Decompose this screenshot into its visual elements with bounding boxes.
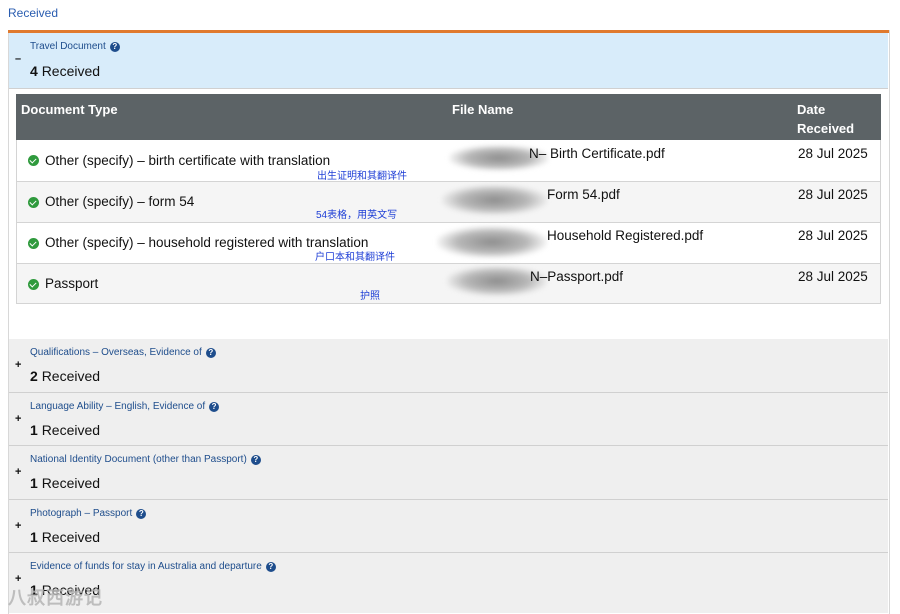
section-title[interactable]: Evidence of funds for stay in Australia … (30, 561, 276, 572)
check-circle-icon (28, 155, 39, 166)
file-name-link[interactable]: N–Passport.pdf (530, 269, 623, 284)
section-title-text[interactable]: Qualifications – Overseas, Evidence of (30, 347, 202, 358)
help-icon[interactable]: ? (250, 454, 261, 465)
translation-note: 出生证明和其翻译件 (317, 171, 407, 182)
check-circle-icon (28, 197, 39, 208)
expand-icon[interactable]: + (15, 466, 21, 478)
section-evidence-of-funds[interactable]: + Evidence of funds for stay in Australi… (9, 553, 888, 613)
redacted-filename-blur (442, 185, 547, 215)
received-count: 1 Received (30, 529, 100, 545)
received-count-number: 1 (30, 475, 38, 491)
check-circle-icon (28, 238, 39, 249)
file-name-link[interactable]: N– Birth Certificate.pdf (529, 146, 665, 161)
section-title[interactable]: Travel Document ? (30, 41, 120, 52)
document-type: Other (specify) – form 54 (45, 194, 195, 209)
section-title[interactable]: Photograph – Passport ? (30, 508, 147, 519)
expand-icon[interactable]: + (15, 359, 21, 371)
col-header-date: Date (797, 102, 826, 117)
section-title[interactable]: National Identity Document (other than P… (30, 454, 261, 465)
received-count: 1 Received (30, 422, 100, 438)
redacted-filename-blur (437, 226, 547, 258)
section-title-text[interactable]: Travel Document (30, 41, 106, 52)
received-count-text: Received (41, 63, 101, 79)
section-photograph[interactable]: + Photograph – Passport ? 1 Received (9, 500, 888, 553)
received-count-text: Received (41, 529, 101, 545)
page-heading-received: Received (8, 6, 59, 20)
help-icon[interactable]: ? (109, 41, 120, 52)
date-received: 28 Jul 2025 (798, 146, 868, 161)
file-name-link[interactable]: Form 54.pdf (547, 187, 620, 202)
document-type: Other (specify) – birth certificate with… (45, 153, 331, 168)
received-count: 1 Received (30, 475, 100, 491)
expand-icon[interactable]: + (15, 520, 21, 532)
help-icon[interactable]: ? (136, 508, 147, 519)
col-header-received: Received (797, 121, 855, 136)
translation-note: 护照 (360, 291, 380, 302)
date-received: 28 Jul 2025 (798, 228, 868, 243)
received-count-number: 2 (30, 368, 38, 384)
section-qualifications[interactable]: + Qualifications – Overseas, Evidence of… (9, 339, 888, 393)
received-count: 4 Received (30, 63, 100, 79)
section-title-text[interactable]: Photograph – Passport (30, 508, 132, 519)
section-travel-document[interactable]: – Travel Document ? 4 Received (9, 33, 888, 89)
file-name-link[interactable]: Household Registered.pdf (547, 228, 703, 243)
received-count-text: Received (41, 368, 101, 384)
received-count-number: 1 (30, 529, 38, 545)
table-row: Passport 护照 N–Passport.pdf 28 Jul 2025 (16, 264, 881, 304)
table-row: Other (specify) – form 54 54表格，用英文写 Form… (16, 182, 881, 223)
help-icon[interactable]: ? (205, 347, 216, 358)
date-received: 28 Jul 2025 (798, 269, 868, 284)
watermark-logo: 八叔西游记 (8, 588, 103, 608)
col-header-document-type: Document Type (21, 102, 118, 117)
col-header-file-name: File Name (452, 102, 514, 117)
expand-icon[interactable]: + (15, 413, 21, 425)
section-title-text[interactable]: Language Ability – English, Evidence of (30, 401, 205, 412)
check-circle-icon (28, 279, 39, 290)
col-header-date-received: Date Received (797, 100, 854, 138)
table-row: Other (specify) – household registered w… (16, 223, 881, 264)
collapse-icon[interactable]: – (15, 53, 21, 65)
table-row: Other (specify) – birth certificate with… (16, 140, 881, 182)
section-title-text[interactable]: National Identity Document (other than P… (30, 454, 247, 465)
translation-note: 54表格，用英文写 (316, 210, 398, 221)
received-count-text: Received (41, 475, 101, 491)
section-title[interactable]: Qualifications – Overseas, Evidence of ? (30, 347, 216, 358)
date-received: 28 Jul 2025 (798, 187, 868, 202)
received-count-number: 1 (30, 422, 38, 438)
help-icon[interactable]: ? (265, 561, 276, 572)
documents-table-header: Document Type File Name Date Received (16, 94, 881, 140)
received-count-text: Received (41, 422, 101, 438)
section-national-identity[interactable]: + National Identity Document (other than… (9, 446, 888, 500)
document-type: Passport (45, 276, 99, 291)
received-count-number: 4 (30, 63, 38, 79)
section-title-text[interactable]: Evidence of funds for stay in Australia … (30, 561, 262, 572)
received-count: 2 Received (30, 368, 100, 384)
section-title[interactable]: Language Ability – English, Evidence of … (30, 401, 220, 412)
translation-note: 户口本和其翻译件 (315, 252, 395, 263)
help-icon[interactable]: ? (209, 401, 220, 412)
section-language-ability[interactable]: + Language Ability – English, Evidence o… (9, 393, 888, 446)
